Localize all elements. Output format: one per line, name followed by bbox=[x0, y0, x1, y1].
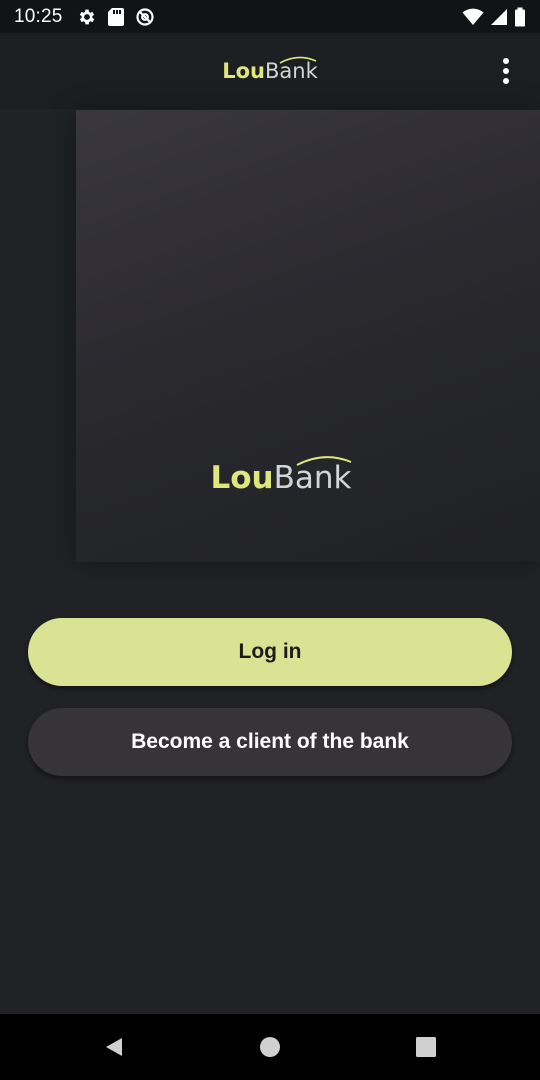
more-vertical-icon[interactable] bbox=[494, 55, 518, 87]
battery-icon bbox=[514, 7, 526, 27]
status-system-icons bbox=[462, 7, 526, 27]
status-notification-icons bbox=[77, 7, 155, 27]
at-sign-icon bbox=[135, 7, 155, 27]
signal-icon bbox=[490, 8, 508, 26]
app-bar-logo: Lou Bank bbox=[0, 33, 540, 109]
logo-text-lou: Lou bbox=[222, 59, 265, 83]
sd-card-icon bbox=[107, 7, 125, 27]
status-time: 10:25 bbox=[14, 5, 63, 27]
hero-logo: Lou Bank bbox=[76, 456, 486, 496]
app-bar: Lou Bank bbox=[0, 33, 540, 109]
home-icon[interactable] bbox=[255, 1032, 285, 1062]
wifi-icon bbox=[462, 8, 484, 26]
recents-icon[interactable] bbox=[411, 1032, 441, 1062]
logo-arc-icon bbox=[279, 56, 317, 64]
status-bar: 10:25 bbox=[0, 0, 540, 33]
settings-icon bbox=[77, 7, 97, 27]
hero-banner: Lou Bank bbox=[76, 110, 540, 562]
logo-arc-icon bbox=[296, 456, 351, 466]
back-icon[interactable] bbox=[99, 1032, 129, 1062]
loubank-logo-large: Lou Bank bbox=[210, 456, 352, 496]
loubank-logo: Lou Bank bbox=[222, 56, 318, 83]
system-navigation-bar bbox=[0, 1014, 540, 1080]
become-client-button[interactable]: Become a client of the bank bbox=[28, 708, 512, 776]
login-button[interactable]: Log in bbox=[28, 618, 512, 686]
logo-text-lou: Lou bbox=[210, 460, 274, 496]
